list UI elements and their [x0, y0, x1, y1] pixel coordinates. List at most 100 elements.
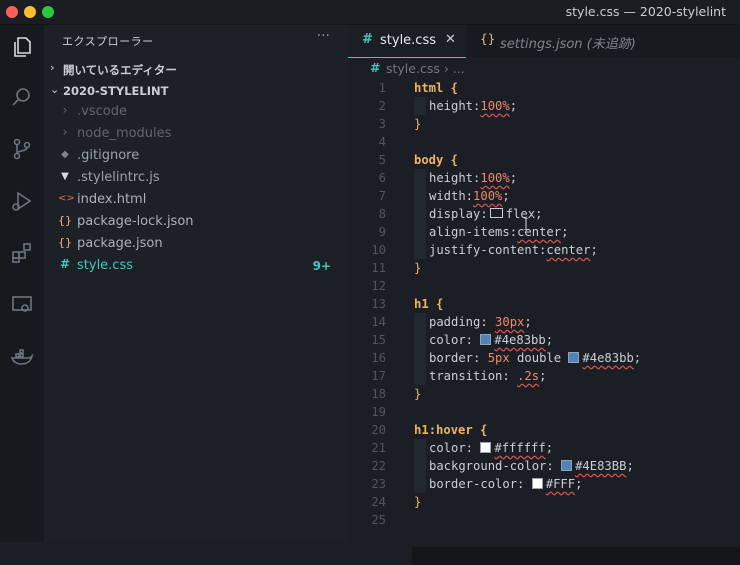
indent-guide: [414, 205, 426, 223]
value: #FFF: [545, 477, 576, 491]
tree-item-package-json[interactable]: {} package.json: [44, 233, 348, 255]
closing-brace: }: [414, 495, 422, 509]
value: #4e83bb: [494, 333, 546, 347]
tree-item-package-lock[interactable]: {} package-lock.json: [44, 211, 348, 233]
line-number: 1: [378, 81, 386, 95]
property: border:: [429, 351, 488, 365]
explorer-header: エクスプローラー: [62, 35, 154, 48]
closing-brace: }: [414, 387, 422, 401]
tab-label: style.css: [380, 33, 436, 48]
close-window-button[interactable]: [6, 6, 18, 18]
code-line: border-color: #FFF;: [429, 475, 582, 493]
code-line: justify-content:center;: [429, 241, 598, 259]
open-editors-label: 開いているエディター: [63, 63, 177, 77]
docker-icon[interactable]: [6, 341, 38, 373]
html-file-icon: <>: [58, 193, 75, 204]
semicolon: ;: [539, 369, 547, 383]
line-number: 24: [371, 495, 386, 509]
semicolon: ;: [633, 351, 642, 365]
code-line: }: [414, 115, 421, 133]
value: 30px: [495, 315, 525, 329]
color-swatch[interactable]: [568, 352, 580, 363]
more-actions-button[interactable]: ···: [317, 28, 330, 44]
property: align-items:: [429, 225, 518, 239]
selector: h1: [414, 423, 429, 437]
indent-guide: [414, 313, 426, 331]
title-bar: style.css — 2020-stylelint: [0, 0, 740, 25]
line-number: 12: [371, 279, 386, 293]
line-number: 5: [378, 153, 386, 167]
chevron-right-icon: ›: [62, 125, 68, 139]
extensions-icon[interactable]: [6, 237, 38, 269]
property: justify-content:: [429, 243, 547, 257]
tree-item-label: .vscode: [77, 104, 127, 119]
tree-item-gitignore[interactable]: ◆ .gitignore: [44, 145, 348, 167]
color-swatch[interactable]: [561, 460, 573, 471]
chevron-down-icon: ⌄: [50, 83, 60, 96]
line-number: 11: [371, 261, 386, 275]
line-number: 21: [371, 441, 386, 455]
color-swatch[interactable]: [480, 442, 492, 453]
source-control-icon[interactable]: [6, 133, 38, 165]
color-swatch[interactable]: [480, 334, 492, 345]
code-line: width:100%;: [429, 187, 510, 205]
tree-item-stylelintrc[interactable]: ▼ .stylelintrc.js: [44, 167, 348, 189]
line-number: 23: [371, 477, 386, 491]
activity-bar: [0, 25, 44, 542]
indent-guide: [414, 475, 426, 493]
flex-layout-icon[interactable]: [489, 208, 503, 218]
tree-item-label: style.css: [77, 258, 133, 273]
property: background-color:: [429, 459, 562, 473]
semicolon: ;: [545, 333, 554, 347]
maximize-window-button[interactable]: [42, 6, 54, 18]
tab-label: settings.json (未追跡): [500, 37, 636, 52]
tab-style-css[interactable]: # style.css ✕: [348, 25, 466, 58]
project-section[interactable]: ⌄ 2020-STYLELINT: [44, 80, 348, 102]
line-number: 4: [378, 135, 386, 149]
indent-guide: [414, 367, 426, 385]
search-icon[interactable]: [6, 81, 38, 113]
indent-guide: [414, 349, 426, 367]
indent-guide: [414, 439, 426, 457]
value: .2s: [517, 369, 540, 383]
run-debug-icon[interactable]: [6, 185, 38, 217]
open-editors-section[interactable]: › 開いているエディター: [44, 58, 348, 80]
remote-explorer-icon[interactable]: [6, 289, 38, 321]
value: double: [509, 351, 569, 365]
line-number: 15: [371, 333, 386, 347]
line-number: 14: [371, 315, 386, 329]
tree-item-index-html[interactable]: <> index.html: [44, 189, 348, 211]
line-number: 6: [378, 171, 386, 185]
breadcrumb[interactable]: # style.css › ...: [348, 57, 740, 79]
property: color:: [429, 441, 481, 455]
explorer-sidebar: エクスプローラー ··· › 開いているエディター ⌄ 2020-STYLELI…: [44, 25, 348, 542]
property: border-color:: [429, 477, 532, 491]
indent-guide: [414, 97, 426, 115]
project-label: 2020-STYLELINT: [63, 84, 169, 98]
semicolon: ;: [502, 189, 510, 203]
property: height:: [429, 171, 481, 185]
close-tab-button[interactable]: ✕: [445, 32, 456, 47]
tree-item-style-css[interactable]: # style.css 9+: [44, 255, 348, 277]
explorer-icon[interactable]: [6, 31, 38, 63]
color-swatch[interactable]: [531, 478, 543, 489]
pseudo-class: :hover {: [428, 423, 488, 437]
value: 100%: [480, 171, 510, 185]
code-editor[interactable]: 1 2 3 4 5 6 7 8 9 10 11 12 13 14 15 16 17 18 19 20 21 22 23 24 2…: [348, 79, 740, 565]
code-line: color: #4e83bb;: [429, 331, 553, 349]
indent-guide: [414, 457, 426, 475]
tree-item-node-modules[interactable]: › node_modules: [44, 123, 348, 145]
line-number: 18: [371, 387, 386, 401]
code-line: }: [414, 385, 421, 403]
tree-item-label: package.json: [77, 236, 163, 251]
tab-settings-json[interactable]: {} settings.json (未追跡): [466, 25, 740, 57]
window-title: style.css — 2020-stylelint: [565, 4, 726, 19]
property: width:: [429, 189, 474, 203]
code-line: color: #ffffff;: [429, 439, 553, 457]
tree-item-vscode[interactable]: › .vscode: [44, 101, 348, 123]
indent-guide: [414, 241, 426, 259]
code-line: background-color: #4E83BB;: [429, 457, 634, 475]
line-number: 9: [378, 225, 386, 239]
semicolon: ;: [509, 171, 518, 185]
minimize-window-button[interactable]: [24, 6, 36, 18]
